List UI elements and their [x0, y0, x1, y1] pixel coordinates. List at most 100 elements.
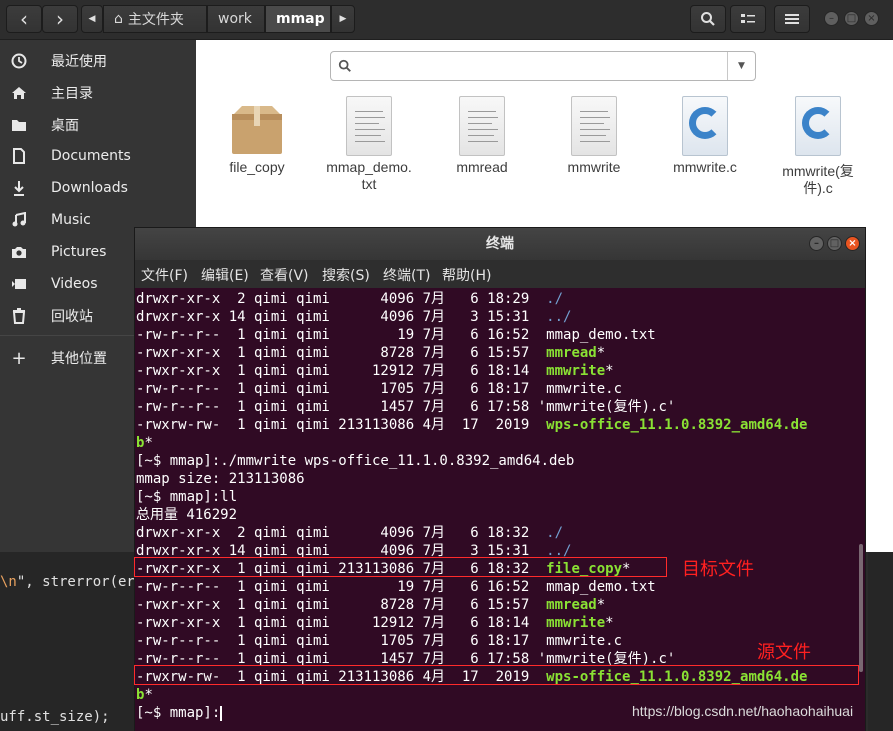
- sidebar-item-label: 桌面: [51, 118, 79, 134]
- terminal-line-text: -rw-r--r-- 1 qimi qimi 1705 7月 6 18:17: [136, 633, 547, 649]
- file-name: file_copy: [229, 159, 285, 175]
- video-icon: [10, 275, 28, 293]
- terminal-line: mmap size: 213113086: [135, 470, 865, 488]
- search-icon: [701, 12, 715, 26]
- terminal-suffix: *: [605, 615, 614, 631]
- search-icon: [338, 59, 351, 72]
- search-field[interactable]: ▼: [330, 51, 756, 81]
- menu-terminal[interactable]: 终端(T): [383, 265, 430, 285]
- sidebar-item-documents[interactable]: Documents: [0, 141, 196, 171]
- terminal-line: b*: [135, 434, 865, 452]
- search-options-button[interactable]: ▼: [727, 52, 755, 80]
- sidebar-item-recent[interactable]: 最近使用: [0, 46, 196, 76]
- terminal-maximize-button[interactable]: □: [827, 236, 842, 251]
- terminal-line-text: -rwxr-xr-x 1 qimi qimi 12912 7月 6 18:14: [136, 363, 547, 379]
- terminal-line: -rw-r--r-- 1 qimi qimi 19 7月 6 16:52 mma…: [135, 326, 865, 344]
- home-icon: ⌂: [114, 11, 123, 27]
- triangle-right-icon: ▶: [339, 14, 347, 24]
- terminal-minimize-button[interactable]: –: [809, 236, 824, 251]
- file-item[interactable]: mmread: [432, 96, 532, 176]
- terminal-filename: mmap_demo.txt: [546, 579, 656, 595]
- breadcrumb-home[interactable]: ⌂ 主文件夹: [103, 5, 207, 33]
- terminal-line-text: 总用量 416292: [136, 507, 238, 523]
- menu-search[interactable]: 搜索(S): [322, 265, 370, 285]
- forward-button[interactable]: ›: [42, 5, 78, 33]
- terminal-line-text: -rwxr-xr-x 1 qimi qimi 8728 7月 6 15:57: [136, 345, 547, 361]
- terminal-line-text: mmap size: 213113086: [136, 471, 305, 487]
- terminal-line: -rw-r--r-- 1 qimi qimi 1457 7月 6 17:58 '…: [135, 398, 865, 416]
- target-file-highlight: [134, 557, 667, 577]
- back-icon: ‹: [20, 7, 28, 31]
- view-options-button[interactable]: [730, 5, 766, 33]
- menu-view[interactable]: 查看(V): [260, 265, 309, 285]
- terminal-line-text: -rwxr-xr-x 1 qimi qimi 12912 7月 6 18:14: [136, 615, 547, 631]
- maximize-button[interactable]: □: [844, 11, 859, 26]
- c-source-icon: [795, 96, 841, 156]
- menu-help[interactable]: 帮助(H): [442, 265, 491, 285]
- hamburger-icon: [785, 14, 799, 24]
- sidebar-item-label: 最近使用: [51, 54, 107, 70]
- sidebar-item-downloads[interactable]: Downloads: [0, 173, 196, 203]
- terminal-filename: mmwrite: [546, 615, 606, 631]
- terminal-line-text: drwxr-xr-x 2 qimi qimi 4096 7月 6 18:29: [136, 291, 547, 307]
- back-button[interactable]: ‹: [6, 5, 42, 33]
- terminal-title: 终端: [486, 236, 514, 252]
- minimize-icon: –: [814, 238, 819, 249]
- terminal-line: 总用量 416292: [135, 506, 865, 524]
- editor-code: ", strerror(er: [16, 574, 135, 590]
- terminal-line-text: -rwxr-xr-x 1 qimi qimi 8728 7月 6 15:57: [136, 597, 547, 613]
- text-file-icon: [571, 96, 617, 156]
- terminal-menubar: 文件(F) 编辑(E) 查看(V) 搜索(S) 终端(T) 帮助(H): [135, 260, 865, 288]
- sidebar-item-home[interactable]: 主目录: [0, 78, 196, 108]
- view-list-icon: [741, 14, 755, 23]
- sidebar-item-desktop[interactable]: 桌面: [0, 110, 196, 140]
- sidebar-item-label: Music: [51, 212, 91, 228]
- menu-file[interactable]: 文件(F): [141, 265, 188, 285]
- editor-line: uff.st_size);: [0, 709, 110, 725]
- minimize-button[interactable]: –: [824, 11, 839, 26]
- terminal-line: -rwxr-xr-x 1 qimi qimi 12912 7月 6 18:14 …: [135, 362, 865, 380]
- terminal-line-text: -rw-r--r-- 1 qimi qimi 19 7月 6 16:52: [136, 327, 547, 343]
- file-name: mmwrite(复 件).c: [782, 163, 854, 196]
- terminal-line: -rwxrw-rw- 1 qimi qimi 213113086 4月 17 2…: [135, 416, 865, 434]
- close-button[interactable]: ×: [864, 11, 879, 26]
- folder-icon: [10, 116, 28, 134]
- terminal-line: b*: [135, 686, 865, 704]
- terminal-filename: mmwrite: [546, 363, 606, 379]
- home-icon: [10, 84, 28, 102]
- file-item[interactable]: mmap_demo. txt: [319, 96, 419, 193]
- file-item[interactable]: mmwrite: [544, 96, 644, 176]
- terminal-line-text: -rw-r--r-- 1 qimi qimi 1457 7月 6 17:58: [136, 399, 538, 415]
- terminal-line-text: drwxr-xr-x 14 qimi qimi 4096 7月 3 15:31: [136, 309, 547, 325]
- package-icon: [228, 104, 286, 156]
- document-icon: [10, 147, 28, 165]
- breadcrumb-mmap[interactable]: mmap: [265, 5, 331, 33]
- breadcrumb-right-button[interactable]: ▶: [331, 5, 355, 33]
- terminal-line: [~$ mmap]:./mmwrite wps-office_11.1.0.83…: [135, 452, 865, 470]
- source-file-highlight: [134, 665, 859, 685]
- text-file-icon: [346, 96, 392, 156]
- terminal-close-button[interactable]: ×: [845, 236, 860, 251]
- menu-button[interactable]: [774, 5, 810, 33]
- search-button[interactable]: [690, 5, 726, 33]
- terminal-filename: mmwrite.c: [546, 381, 623, 397]
- file-item[interactable]: mmwrite(复 件).c: [768, 96, 868, 197]
- terminal-suffix: *: [144, 687, 153, 703]
- terminal-scrollbar[interactable]: [859, 544, 863, 672]
- close-icon: ×: [867, 13, 876, 24]
- breadcrumb-work[interactable]: work: [207, 5, 265, 33]
- file-item[interactable]: mmwrite.c: [655, 96, 755, 176]
- menu-edit[interactable]: 编辑(E): [201, 265, 249, 285]
- sidebar-item-label: 主目录: [51, 86, 93, 102]
- terminal-suffix: *: [596, 345, 606, 361]
- breadcrumb-left-button[interactable]: ◀: [81, 5, 103, 33]
- search-input[interactable]: [357, 55, 727, 77]
- text-file-icon: [459, 96, 505, 156]
- sidebar-item-label: Documents: [51, 148, 131, 164]
- trash-icon: [10, 307, 28, 325]
- c-source-icon: [682, 96, 728, 156]
- download-icon: [10, 179, 28, 197]
- file-item[interactable]: file_copy: [207, 96, 307, 176]
- terminal-titlebar[interactable]: 终端 – □ ×: [135, 228, 865, 260]
- terminal-line-text: -rwxrw-rw- 1 qimi qimi 213113086 4月 17 2…: [136, 417, 547, 433]
